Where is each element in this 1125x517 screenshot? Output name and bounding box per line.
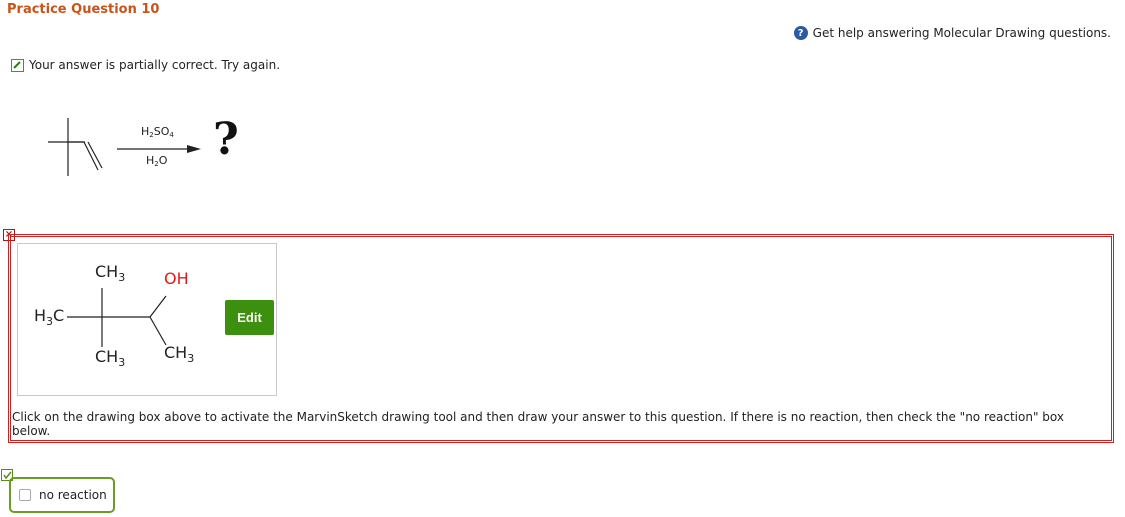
help-link[interactable]: ? Get help answering Molecular Drawing q… xyxy=(793,26,1111,40)
page-title: Practice Question 10 xyxy=(7,2,160,17)
reaction-arrow xyxy=(117,145,201,153)
no-reaction-label: no reaction xyxy=(39,488,107,502)
pencil-square-icon xyxy=(11,58,24,72)
no-reaction-checkbox[interactable]: no reaction xyxy=(9,477,115,513)
starting-alkene-structure xyxy=(48,118,103,176)
edit-button[interactable]: Edit xyxy=(225,300,274,335)
help-label: Get help answering Molecular Drawing que… xyxy=(812,26,1111,40)
status-message: Your answer is partially correct. Try ag… xyxy=(11,58,280,72)
status-text: Your answer is partially correct. Try ag… xyxy=(29,58,281,72)
ch3-right-label: CH3 xyxy=(164,343,195,365)
ch3-bottom-label: CH3 xyxy=(95,347,126,369)
checkbox-icon[interactable] xyxy=(19,489,31,501)
reagent-bottom: H2O xyxy=(146,154,168,168)
ch3-top-label: CH3 xyxy=(95,262,126,284)
question-circle-icon: ? xyxy=(793,26,808,40)
reagent-top: H2SO4 xyxy=(141,125,174,139)
h3c-label: H3C xyxy=(34,306,65,328)
product-unknown: ? xyxy=(213,114,239,165)
instructions-text: Click on the drawing box above to activa… xyxy=(12,410,1064,438)
oh-label: OH xyxy=(164,269,189,288)
